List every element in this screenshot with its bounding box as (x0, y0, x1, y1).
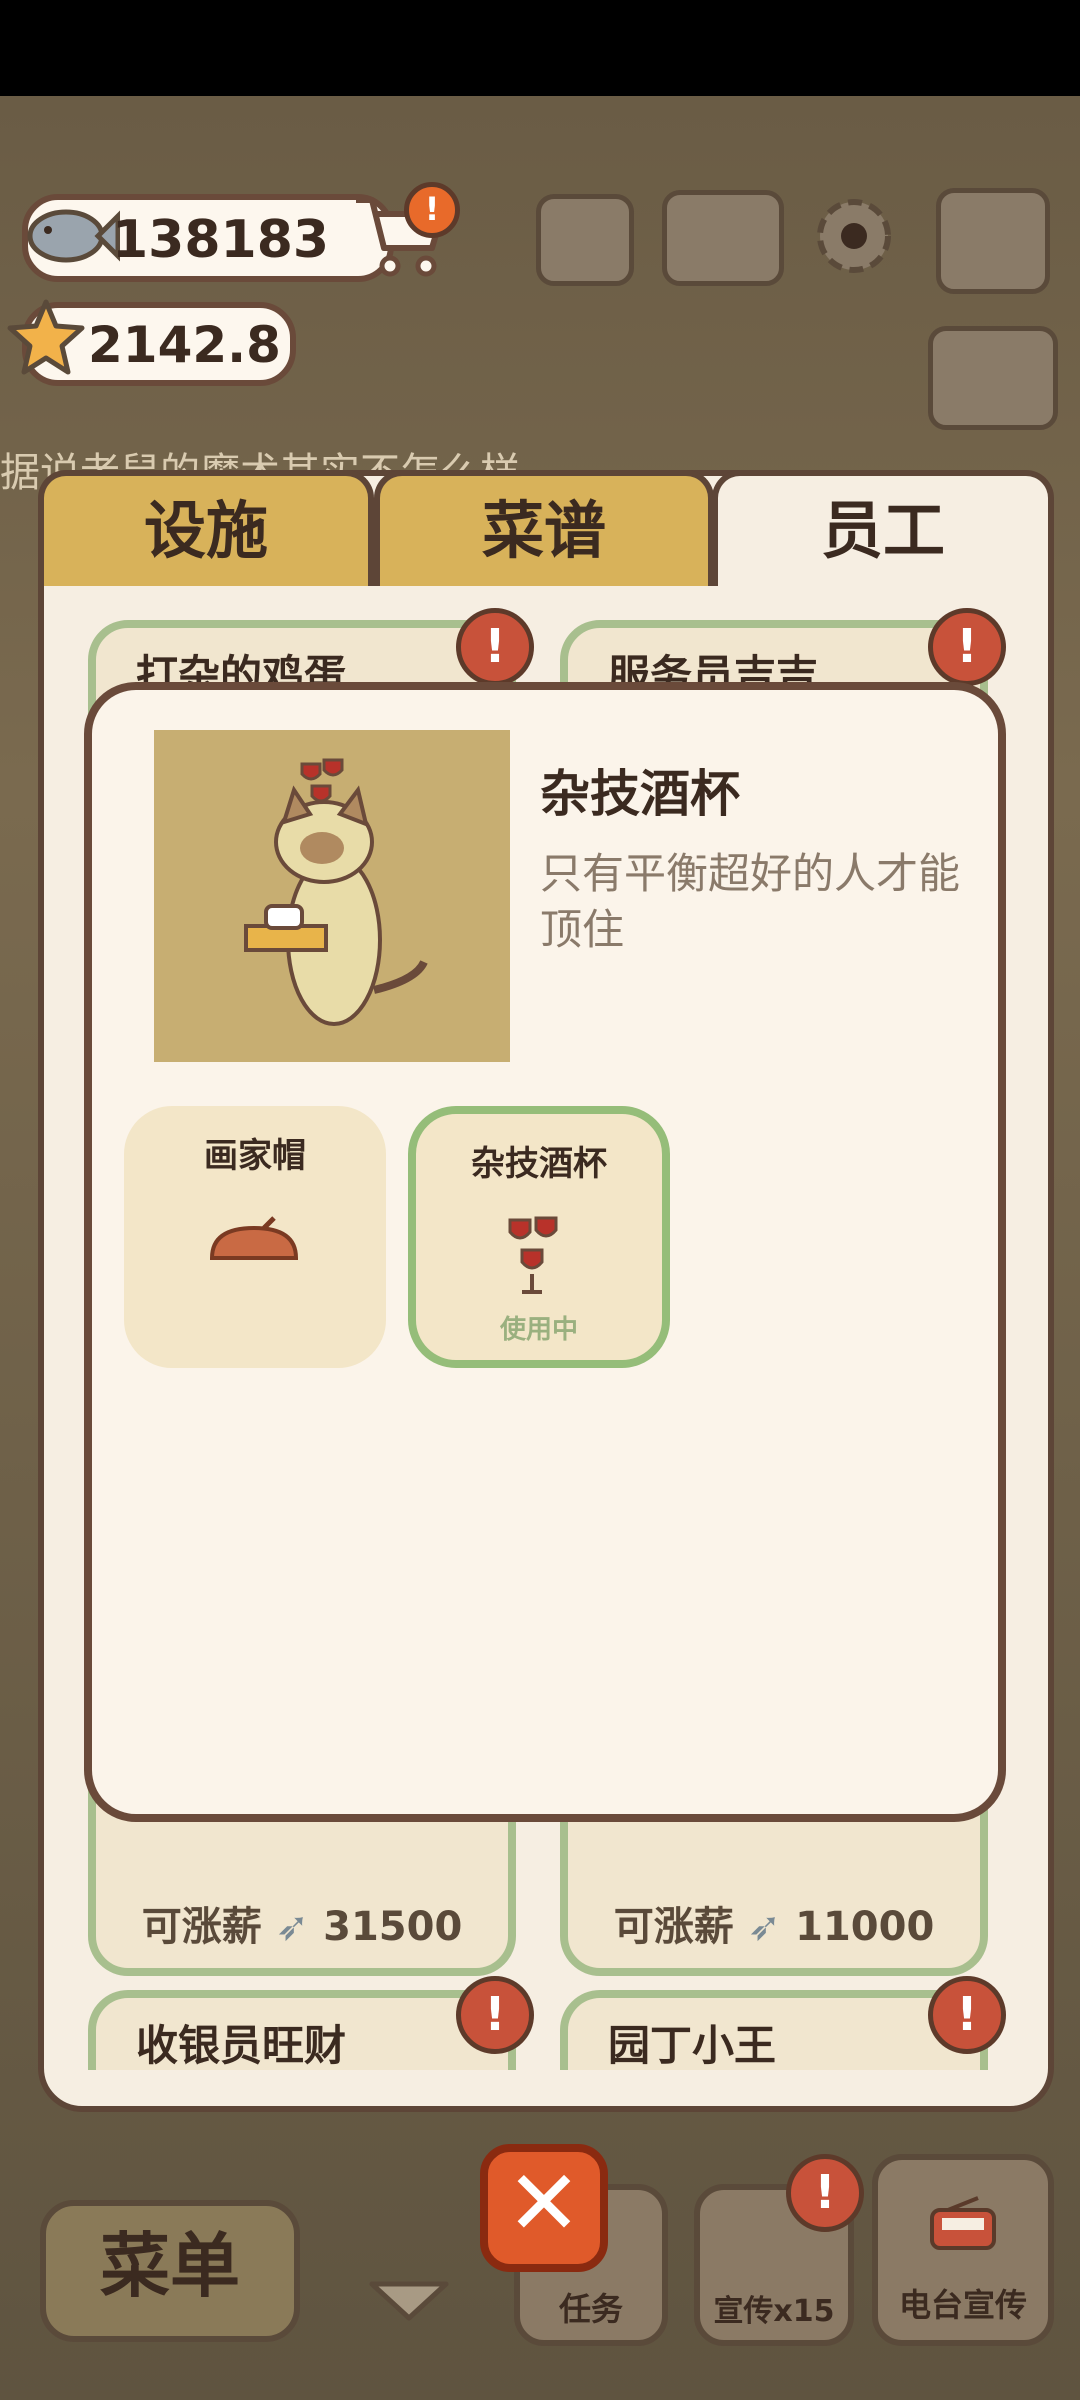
outfit-option-painter-hat[interactable]: 画家帽 (124, 1106, 386, 1368)
fish-icon (27, 209, 120, 263)
menu-label: 菜单 (100, 2225, 240, 2307)
recipe-book-button[interactable] (662, 190, 784, 286)
tab-recipes[interactable]: 菜谱 (374, 470, 714, 586)
raise-label: 可涨薪 (141, 1904, 262, 1950)
star-icon (7, 299, 85, 375)
radio-promo-button[interactable]: 电台宣传 (872, 2154, 1054, 2346)
promo-label: 宣传x15 (713, 2294, 835, 2329)
beret-icon (209, 1216, 299, 1260)
cat-with-wine-glasses-illustration (244, 758, 428, 1026)
layout-toggle-button[interactable] (928, 326, 1058, 430)
option-status-in-use: 使用中 (499, 1315, 578, 1345)
radio-promo-label: 电台宣传 (898, 2286, 1027, 2324)
tab-staff[interactable]: 员工 (712, 470, 1054, 586)
radio-icon (930, 2196, 996, 2250)
raise-info: 可涨薪 ➶ 31500 (96, 1894, 508, 1952)
staff-alert-icon: ! (928, 1976, 1006, 2054)
raise-label: 可涨薪 (613, 1904, 734, 1950)
star-count: 2142.8 (88, 316, 281, 374)
staff-name: 收银员旺财 (136, 2021, 347, 2070)
wine-glasses-icon (508, 1216, 558, 1294)
fish-count: 138183 (112, 210, 330, 270)
staff-name: 园丁小王 (608, 2021, 777, 2070)
status-bar (0, 0, 1080, 96)
newspaper-button[interactable] (536, 194, 634, 286)
staff-alert-icon: ! (456, 608, 534, 686)
cart-alert-icon: ! (404, 182, 460, 238)
raise-amount: 11000 (795, 1904, 935, 1950)
option-label: 杂技酒杯 (471, 1144, 607, 1184)
item-detail-modal: 杂技酒杯 只有平衡超好的人才能顶住 画家帽 杂技酒杯 使用中 (84, 682, 1006, 1822)
staff-card[interactable]: 收银员旺财 (88, 1990, 516, 2070)
fish-currency-pill: 138183 (22, 194, 394, 282)
star-currency-pill: 2142.8 (7, 299, 296, 386)
chevron-down-icon[interactable] (366, 2276, 452, 2326)
settings-button[interactable] (808, 190, 900, 282)
staff-alert-icon: ! (928, 608, 1006, 686)
staff-card[interactable]: 园丁小王 (560, 1990, 988, 2070)
staff-alert-icon: ! (456, 1976, 534, 2054)
item-title: 杂技酒杯 (540, 765, 740, 823)
shop-button[interactable] (936, 188, 1050, 294)
item-description: 只有平衡超好的人才能顶住 (540, 849, 961, 954)
option-label: 画家帽 (204, 1136, 306, 1176)
fish-icon: ➶ (747, 1904, 796, 1950)
promo-alert-icon: ! (786, 2154, 864, 2232)
tasks-label: 任务 (558, 2290, 623, 2328)
item-preview-image (154, 730, 510, 1062)
gear-icon (817, 199, 891, 273)
fish-icon: ➶ (275, 1904, 324, 1950)
raise-amount: 31500 (323, 1904, 463, 1950)
raise-info: 可涨薪 ➶ 11000 (568, 1894, 980, 1952)
tab-facilities[interactable]: 设施 (38, 470, 374, 586)
outfit-option-wine-glasses[interactable]: 杂技酒杯 使用中 (408, 1106, 670, 1368)
close-button[interactable]: ✕ (480, 2144, 608, 2272)
shop-cart-button[interactable]: ! (350, 182, 460, 282)
menu-button[interactable]: 菜单 (40, 2200, 300, 2342)
